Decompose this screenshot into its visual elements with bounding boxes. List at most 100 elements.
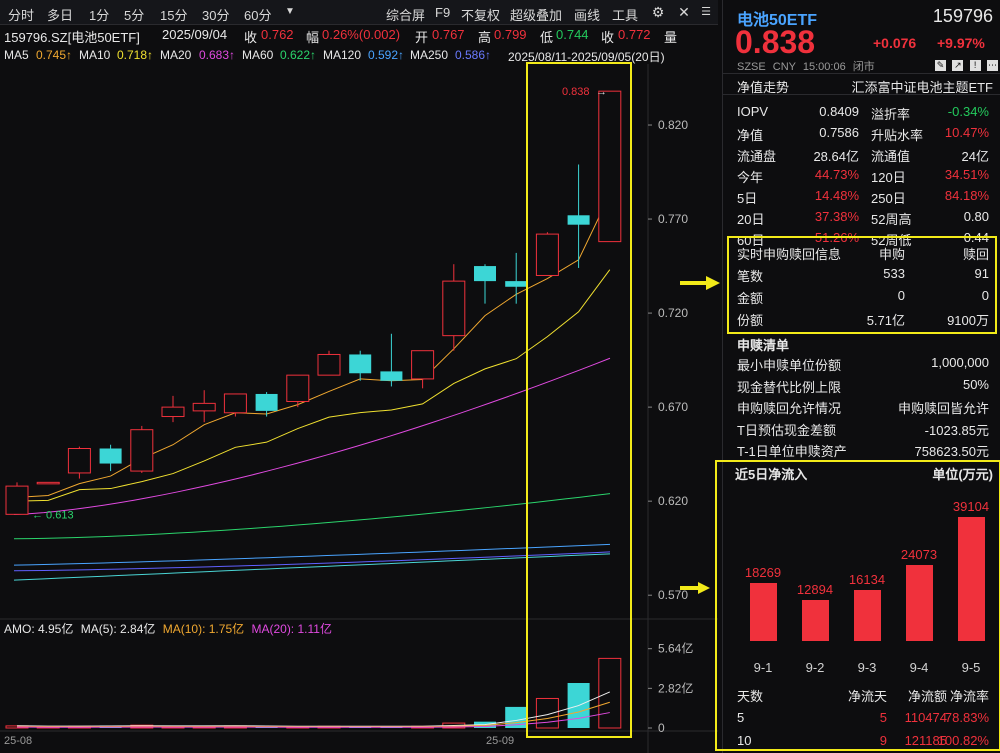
stat-row: IOPV0.8409溢折率-0.34% <box>737 104 995 124</box>
candle-body <box>287 375 309 401</box>
stat-value: 0.7586 <box>807 125 859 140</box>
flow-table-header: 天数净流天净流额净流率 <box>737 686 995 706</box>
sub-header-row: 实时申购赎回信息 申购 赎回 <box>737 244 995 264</box>
market-closed: 闭市 <box>853 61 875 73</box>
share-icon[interactable]: ↗ <box>952 60 963 71</box>
list-row-value: 申购赎回皆允许 <box>898 398 989 417</box>
sub-row: 金额00 <box>737 288 995 308</box>
tab-1min[interactable]: 1分 <box>89 5 109 24</box>
list-row: 申购赎回允许情况申购赎回皆允许 <box>737 398 995 418</box>
end-value: 0.772 <box>618 27 651 42</box>
ma10-label: MA10 <box>79 48 110 62</box>
nav-trend-row[interactable]: 净值走势 汇添富中证电池主题ETF <box>723 73 1000 95</box>
flow-bar-label: 9-2 <box>795 660 835 675</box>
tab-30min[interactable]: 30分 <box>202 5 229 24</box>
flow-table-cell: 10 <box>737 733 751 748</box>
tab-15min[interactable]: 15分 <box>160 5 187 24</box>
flow-table-header-cell: 净流额 <box>891 686 947 705</box>
ytick-label: 0.720 <box>658 306 688 320</box>
ma120-line <box>14 544 610 565</box>
high-value: 0.799 <box>494 27 527 42</box>
xtick-sep: 25-09 <box>486 735 514 747</box>
candle-body <box>349 354 371 373</box>
ma250-line <box>14 552 610 571</box>
volume-legend: AMO: 4.95亿 MA(5): 2.84亿 MA(10): 1.75亿 MA… <box>4 620 332 637</box>
list-row: 最小申赎单位份额1,000,000 <box>737 355 995 375</box>
flow-bar-value: 16134 <box>837 572 897 587</box>
market-status: SZSE CNY 15:00:06 闭市 <box>737 58 875 74</box>
list-row: 现金替代比例上限 50% <box>737 377 995 397</box>
stat-row: 流通盘28.64亿流通值24亿 <box>737 146 995 166</box>
ma250-label: MA250 <box>410 48 448 62</box>
tab-5min[interactable]: 5分 <box>124 5 144 24</box>
highlight-recent-candles <box>526 62 632 738</box>
sub-row-label: 份额 <box>737 310 763 329</box>
candle-body <box>380 371 402 380</box>
list-row-value: -1023.85元 <box>925 420 989 439</box>
stat-value: 14.48% <box>807 188 859 203</box>
candle <box>37 482 59 484</box>
stat-row: 今年44.73%120日34.51% <box>737 167 995 187</box>
sub-row-label: 金额 <box>737 288 763 307</box>
open-value: 0.767 <box>432 27 465 42</box>
list-row-label: T-1日单位申赎资产 <box>737 441 847 460</box>
tab-multiday[interactable]: 多日 <box>47 5 73 24</box>
draw-line-button[interactable]: 画线 <box>574 5 600 24</box>
ma60-line <box>14 494 610 539</box>
flow-bar-label: 9-5 <box>951 660 991 675</box>
ytick-label: 0.820 <box>658 118 688 132</box>
gear-icon[interactable]: ⚙ <box>650 4 666 20</box>
list-title: 申赎清单 <box>737 335 789 354</box>
candle <box>474 264 496 303</box>
candle <box>68 447 90 479</box>
stat-label: 250日 <box>871 188 906 207</box>
no-adjust-button[interactable]: 不复权 <box>461 5 500 24</box>
vol-ma10-label: MA(10): 1.75亿 <box>163 622 244 636</box>
menu-icon[interactable]: ☰ <box>698 4 714 20</box>
stat-label: IOPV <box>737 104 768 119</box>
close-icon[interactable]: ✕ <box>676 4 692 20</box>
candle-body <box>6 486 28 514</box>
sub-row-label: 笔数 <box>737 266 763 285</box>
list-row-label: 现金替代比例上限 <box>737 377 841 396</box>
candle-body <box>318 354 340 375</box>
list-row-value: 50% <box>963 377 989 392</box>
period-toolbar: 分时 多日 1分 5分 15分 30分 60分 ▼ 综合屏 F9 不复权 超级叠… <box>0 0 718 25</box>
tools-button[interactable]: 工具 <box>612 5 638 24</box>
low-marker-label: ← 0.613 <box>32 509 74 521</box>
edit-icon[interactable]: ✎ <box>935 60 946 71</box>
tab-60min[interactable]: 60分 <box>244 5 271 24</box>
list-row: T日预估现金差额-1023.85元 <box>737 420 995 440</box>
close-label: 收 <box>244 27 257 46</box>
stat-label: 5日 <box>737 188 757 207</box>
price-change-pct: +9.97% <box>937 35 985 51</box>
more-periods-icon[interactable]: ▼ <box>282 4 298 20</box>
composite-screen-button[interactable]: 综合屏 <box>386 5 425 24</box>
panel-tool-icons: ✎ ↗ ! ⋯ <box>935 57 995 69</box>
candle-body <box>193 403 215 411</box>
ytick-label: 0.670 <box>658 400 688 414</box>
ma20-label: MA20 <box>160 48 191 62</box>
candle <box>349 351 371 381</box>
sub-row-redeem: 91 <box>975 266 989 281</box>
stat-label: 今年 <box>737 167 763 186</box>
candle <box>193 390 215 422</box>
bell-icon[interactable]: ! <box>970 60 981 71</box>
tab-timeshare[interactable]: 分时 <box>8 5 34 24</box>
candle <box>318 351 340 375</box>
ma5-label: MA5 <box>4 48 29 62</box>
candle <box>256 392 278 416</box>
sub-row: 份额5.71亿9100万 <box>737 310 995 330</box>
flow-bar-value: 18269 <box>733 565 793 580</box>
stat-value: 0.8409 <box>807 104 859 119</box>
flow-bar-label: 9-1 <box>743 660 783 675</box>
flow-bar-label: 9-4 <box>899 660 939 675</box>
open-label: 开 <box>415 27 428 46</box>
price-change: +0.076 <box>873 35 916 51</box>
sub-header-redeem: 赎回 <box>963 244 989 263</box>
amp-value: 0.26%(0.002) <box>322 27 400 42</box>
overlay-button[interactable]: 超级叠加 <box>510 5 562 24</box>
f9-button[interactable]: F9 <box>435 5 450 20</box>
ma20-line <box>14 358 610 514</box>
more-icon[interactable]: ⋯ <box>987 60 998 71</box>
